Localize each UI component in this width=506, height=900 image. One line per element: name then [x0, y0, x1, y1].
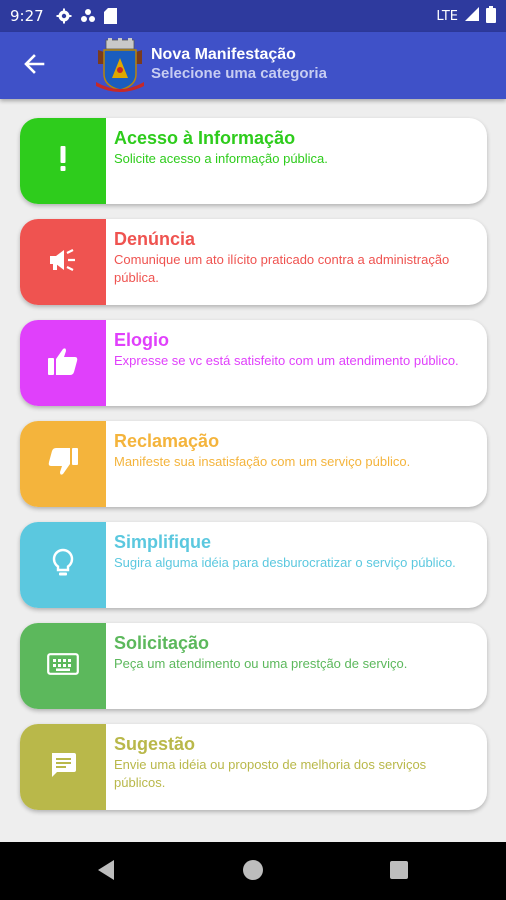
category-icon-box	[20, 724, 106, 810]
category-card-acesso-informacao[interactable]: Acesso à Informação Solicite acesso a in…	[20, 118, 487, 204]
home-circle-icon	[242, 859, 264, 886]
category-icon-box	[20, 219, 106, 305]
page-title: Nova Manifestação	[151, 46, 296, 63]
category-title: Reclamação	[114, 431, 220, 451]
category-description: Envie uma idéia ou proposto de melhoria …	[114, 757, 427, 790]
gear-icon	[56, 8, 72, 24]
status-time: 9:27	[10, 7, 44, 25]
category-card-solicitacao[interactable]: Solicitação Peça um atendimento ou uma p…	[20, 623, 487, 709]
nav-recents-button[interactable]	[387, 860, 411, 884]
recents-square-icon	[389, 860, 409, 885]
category-title: Acesso à Informação	[114, 128, 296, 148]
category-icon-box	[20, 623, 106, 709]
signal-icon	[464, 6, 480, 26]
nav-back-button[interactable]	[94, 859, 118, 886]
sd-card-icon	[103, 8, 117, 24]
comment-icon	[49, 751, 77, 784]
thumbs-up-icon	[47, 346, 79, 381]
category-card-reclamacao[interactable]: Reclamação Manifeste sua insatisfação co…	[20, 421, 487, 507]
back-triangle-icon	[96, 859, 116, 886]
lightbulb-icon	[52, 548, 74, 583]
category-title: Elogio	[114, 330, 169, 350]
category-icon-box	[20, 118, 106, 204]
navigation-bar	[0, 842, 506, 900]
category-description: Solicite acesso a informação pública.	[114, 151, 328, 166]
app-bar: Nova Manifestação Selecione uma categori…	[0, 32, 506, 99]
category-icon-box	[20, 320, 106, 406]
back-button[interactable]	[18, 50, 50, 82]
network-type: LTE	[436, 8, 458, 24]
category-card-denuncia[interactable]: Denúncia Comunique um ato ilícito pratic…	[20, 219, 487, 305]
status-bar: 9:27 LTE	[0, 0, 506, 32]
title-block: Nova Manifestação Selecione uma categori…	[151, 45, 327, 84]
arrow-left-icon	[23, 53, 45, 80]
category-icon-box	[20, 522, 106, 608]
fan-icon	[80, 8, 96, 24]
megaphone-icon	[48, 247, 78, 278]
category-description: Expresse se vc está satisfeito com um at…	[114, 353, 459, 368]
category-list: Acesso à Informação Solicite acesso a in…	[20, 118, 487, 825]
category-title: Sugestão	[114, 734, 196, 754]
category-title: Solicitação	[114, 633, 210, 653]
city-crest-icon	[94, 38, 146, 94]
category-title: Simplifique	[114, 532, 212, 552]
category-icon-box	[20, 421, 106, 507]
page-subtitle: Selecione uma categoria	[151, 65, 327, 82]
category-card-elogio[interactable]: Elogio Expresse se vc está satisfeito co…	[20, 320, 487, 406]
battery-icon	[486, 5, 496, 27]
category-title: Denúncia	[114, 229, 196, 249]
nav-home-button[interactable]	[241, 859, 265, 886]
exclamation-icon	[59, 145, 67, 177]
keyboard-icon	[47, 652, 79, 680]
category-card-simplifique[interactable]: Simplifique Sugira alguma idéia para des…	[20, 522, 487, 608]
thumbs-down-icon	[47, 447, 79, 482]
category-description: Manifeste sua insatisfação com um serviç…	[114, 454, 411, 469]
category-description: Sugira alguma idéia para desburocratizar…	[114, 555, 456, 570]
category-description: Comunique um ato ilícito praticado contr…	[114, 252, 450, 285]
category-description: Peça um atendimento ou uma prestção de s…	[114, 656, 408, 671]
category-card-sugestao[interactable]: Sugestão Envie uma idéia ou proposto de …	[20, 724, 487, 810]
